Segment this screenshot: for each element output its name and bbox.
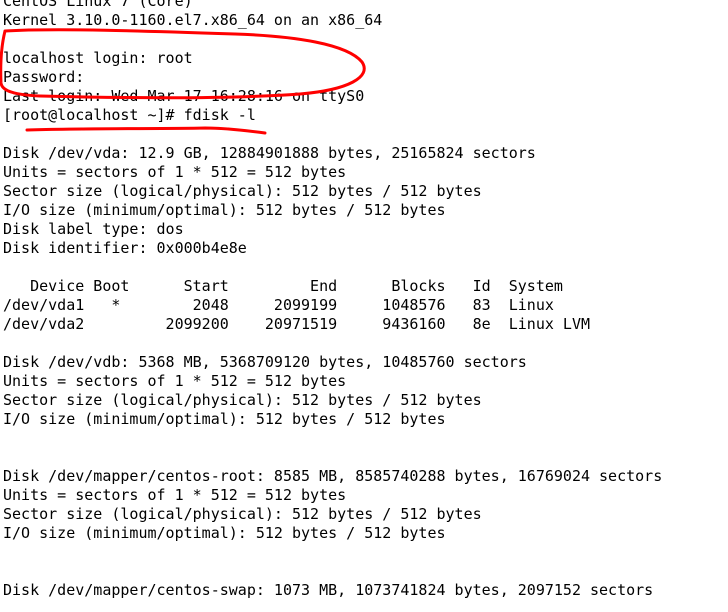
terminal-line-units: Units = sectors of 1 * 512 = 512 bytes bbox=[3, 486, 347, 504]
terminal-window[interactable]: CentOS Linux 7 (Core) Kernel 3.10.0-1160.… bbox=[0, 0, 728, 612]
terminal-line-units: Units = sectors of 1 * 512 = 512 bytes bbox=[3, 163, 347, 181]
terminal-line-password: Password: bbox=[3, 68, 85, 86]
terminal-line-sector-size: Sector size (logical/physical): 512 byte… bbox=[3, 182, 482, 200]
partition-row-vda1: /dev/vda1 * 2048 2099199 1048576 83 Linu… bbox=[3, 296, 554, 314]
terminal-line-os: CentOS Linux 7 (Core) bbox=[3, 0, 193, 10]
partition-table-header: Device Boot Start End Blocks Id System bbox=[3, 277, 563, 295]
terminal-line-io-size: I/O size (minimum/optimal): 512 bytes / … bbox=[3, 201, 446, 219]
terminal-line-io-size: I/O size (minimum/optimal): 512 bytes / … bbox=[3, 524, 446, 542]
terminal-output: CentOS Linux 7 (Core) Kernel 3.10.0-1160.… bbox=[3, 0, 662, 600]
terminal-line-disk-vda: Disk /dev/vda: 12.9 GB, 12884901888 byte… bbox=[3, 144, 536, 162]
terminal-line-command: [root@localhost ~]# fdisk -l bbox=[3, 106, 256, 124]
terminal-line-disk-centos-root: Disk /dev/mapper/centos-root: 8585 MB, 8… bbox=[3, 467, 663, 485]
partition-row-vda2: /dev/vda2 2099200 20971519 9436160 8e Li… bbox=[3, 315, 590, 333]
terminal-line-units: Units = sectors of 1 * 512 = 512 bytes bbox=[3, 372, 347, 390]
terminal-line-sector-size: Sector size (logical/physical): 512 byte… bbox=[3, 391, 482, 409]
terminal-line-login: localhost login: root bbox=[3, 49, 193, 67]
terminal-line-label-type: Disk label type: dos bbox=[3, 220, 184, 238]
terminal-line-disk-vdb: Disk /dev/vdb: 5368 MB, 5368709120 bytes… bbox=[3, 353, 527, 371]
terminal-line-disk-centos-swap: Disk /dev/mapper/centos-swap: 1073 MB, 1… bbox=[3, 581, 654, 599]
terminal-line-last-login: Last login: Wed Mar 17 16:28:16 on ttyS0 bbox=[3, 87, 365, 105]
terminal-line-identifier: Disk identifier: 0x000b4e8e bbox=[3, 239, 247, 257]
terminal-line-io-size: I/O size (minimum/optimal): 512 bytes / … bbox=[3, 410, 446, 428]
terminal-line-kernel: Kernel 3.10.0-1160.el7.x86_64 on an x86_… bbox=[3, 11, 383, 29]
terminal-line-sector-size: Sector size (logical/physical): 512 byte… bbox=[3, 505, 482, 523]
